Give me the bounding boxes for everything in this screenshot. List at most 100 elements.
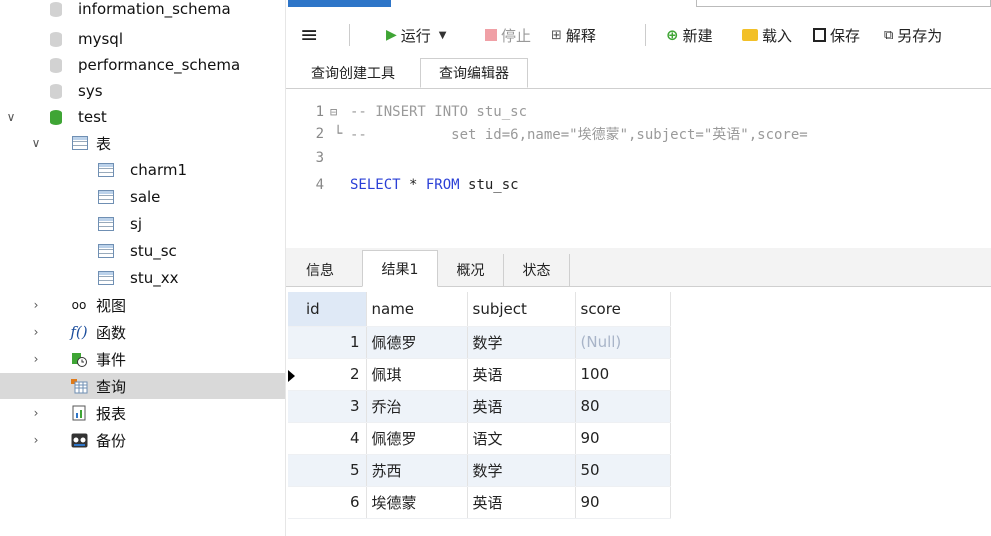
tree-item-test[interactable]: ∨ test [0,104,285,130]
sql-editor[interactable]: 1 ⊟ -- INSERT INTO stu_sc 2 └ -- set id=… [286,91,991,243]
result-grid[interactable]: id name subject score 1 佩德罗 数学 (Null) 2 … [288,292,671,519]
result-tab-bar: 信息 结果1 概况 状态 [286,248,991,287]
tree-item-table-sj[interactable]: sj [0,211,285,237]
cell-score[interactable]: 90 [575,422,671,455]
cell-score[interactable]: (Null) [575,326,671,359]
tree-item-performance-schema[interactable]: performance_schema [0,52,285,78]
table-row[interactable]: 1 佩德罗 数学 (Null) [288,326,671,359]
chevron-down-icon[interactable]: ∨ [5,110,17,124]
cell-subject[interactable]: 语文 [467,422,576,455]
save-as-button[interactable]: ⧉ 另存为 [884,16,942,54]
fold-collapse-icon[interactable]: ⊟ [330,105,337,119]
tree-item-table-stu-xx[interactable]: stu_xx [0,265,285,291]
cell-name[interactable]: 苏西 [366,454,468,487]
tree-item-events[interactable]: › 事件 [0,346,285,372]
cell-name[interactable]: 佩德罗 [366,422,468,455]
sql-keyword: SELECT [350,177,401,193]
play-icon: ▶ [386,27,397,43]
tree-item-functions[interactable]: › f() 函数 [0,319,285,345]
column-header-subject[interactable]: subject [467,292,576,327]
tree-item-table-charm1[interactable]: charm1 [0,157,285,183]
explain-icon: ⊞ [551,27,562,43]
cell-id[interactable]: 1 [288,326,367,359]
cell-id[interactable]: 2 [288,358,367,391]
table-row[interactable]: 3 乔治 英语 80 [288,390,671,423]
explain-button[interactable]: ⊞ 解释 [551,16,596,54]
new-query-icon: ⊕ [666,26,679,44]
cell-id[interactable]: 3 [288,390,367,423]
database-icon [47,0,65,18]
cell-name[interactable]: 佩琪 [366,358,468,391]
query-tab-bar: 查询创建工具 查询编辑器 [286,58,991,89]
cell-name[interactable]: 埃德蒙 [366,486,468,519]
line-number: 2 [315,126,324,142]
column-header-name[interactable]: name [366,292,468,327]
table-row[interactable]: 5 苏西 数学 50 [288,454,671,487]
chevron-down-icon[interactable]: ∨ [30,136,42,150]
stop-button[interactable]: 停止 [485,16,531,54]
cell-score[interactable]: 100 [575,358,671,391]
tab-query-builder[interactable]: 查询创建工具 [294,58,412,88]
menu-icon[interactable]: ≡ [300,16,318,54]
table-row[interactable]: 4 佩德罗 语文 90 [288,422,671,455]
save-button[interactable]: 保存 [813,16,860,54]
tab-label: 查询编辑器 [439,66,509,82]
cell-name[interactable]: 佩德罗 [366,326,468,359]
tree-item-backups[interactable]: › 备份 [0,427,285,453]
cell-id[interactable]: 5 [288,454,367,487]
tree-item-table-stu-sc[interactable]: stu_sc [0,238,285,264]
tab-overview[interactable]: 概况 [438,254,504,286]
code-token: stu_sc [459,177,519,193]
tab-info[interactable]: 信息 [290,254,350,286]
cell-subject[interactable]: 数学 [467,326,576,359]
tree-item-label: mysql [78,30,123,48]
code-text: -- set id=6,name="埃德蒙",subject="英语",scor… [350,127,808,143]
tree-item-sys[interactable]: sys [0,78,285,104]
active-window-tab[interactable] [288,0,391,7]
tab-status[interactable]: 状态 [504,254,570,286]
tree-item-label: information_schema [78,0,231,18]
cell-name[interactable]: 乔治 [366,390,468,423]
line-number: 3 [315,150,324,166]
table-icon [97,161,115,179]
main-panel: ≡ ▶ 运行 ▼ 停止 ⊞ 解释 ⊕ 新建 载入 保存 ⧉ 另存为 查询创建工具… [286,0,991,536]
cell-subject[interactable]: 英语 [467,390,576,423]
tree-item-queries[interactable]: 查询 [0,373,285,399]
tree-item-tables[interactable]: ∨ 表 [0,130,285,156]
tree-item-label: 查询 [96,377,127,396]
tab-query-editor[interactable]: 查询编辑器 [420,58,528,88]
chevron-right-icon[interactable]: › [30,406,42,420]
cell-score[interactable]: 50 [575,454,671,487]
tree-item-views[interactable]: › oo 视图 [0,292,285,318]
cell-subject[interactable]: 英语 [467,486,576,519]
chevron-right-icon[interactable]: › [30,325,42,339]
database-icon [47,108,65,126]
tree-item-information-schema[interactable]: information_schema [0,0,285,22]
column-header-score[interactable]: score [575,292,671,327]
cell-subject[interactable]: 数学 [467,454,576,487]
stop-icon [485,29,497,41]
column-header-id[interactable]: id [288,292,367,327]
tab-result1[interactable]: 结果1 [362,250,438,287]
cell-score[interactable]: 80 [575,390,671,423]
tree-item-reports[interactable]: › 报表 [0,400,285,426]
new-button[interactable]: ⊕ 新建 [666,16,713,54]
load-button[interactable]: 载入 [742,16,792,54]
search-box[interactable] [696,0,991,7]
table-row[interactable]: 2 佩琪 英语 100 [288,358,671,391]
run-button[interactable]: ▶ 运行 ▼ [386,16,447,54]
chevron-right-icon[interactable]: › [30,352,42,366]
tree-item-mysql[interactable]: mysql [0,26,285,52]
database-icon [47,30,65,48]
tree-item-label: stu_xx [130,269,179,287]
table-row[interactable]: 6 埃德蒙 英语 90 [288,486,671,519]
chevron-right-icon[interactable]: › [30,433,42,447]
cell-id[interactable]: 6 [288,486,367,519]
cell-score[interactable]: 90 [575,486,671,519]
chevron-right-icon[interactable]: › [30,298,42,312]
dropdown-arrow-icon[interactable]: ▼ [439,30,447,41]
cell-subject[interactable]: 英语 [467,358,576,391]
cell-id[interactable]: 4 [288,422,367,455]
table-icon [97,242,115,260]
tree-item-table-sale[interactable]: sale [0,184,285,210]
